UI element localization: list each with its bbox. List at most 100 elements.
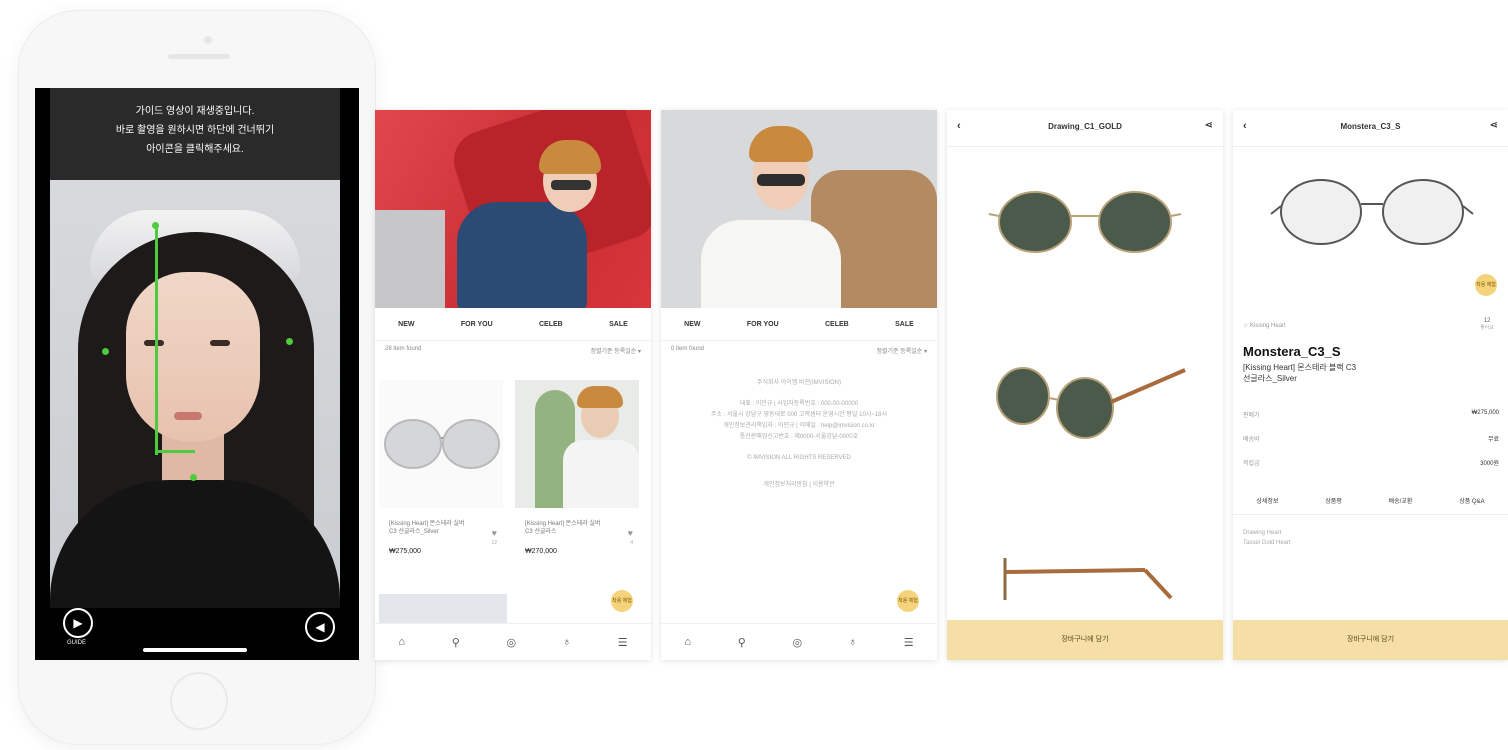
subtitle-line: [Kissing Heart] 몬스테라 블랙 C3: [1243, 363, 1357, 372]
share-icon[interactable]: ⋖: [1490, 120, 1498, 131]
bottom-tabbar: ⌂ ⚲ ◎ ♁ ☰: [375, 623, 651, 660]
info-line: 개인정보관리책임자 : 이민규 | 이메일 : help@imvision.co…: [723, 423, 875, 429]
tab-sale[interactable]: SALE: [895, 321, 914, 328]
tab-celeb[interactable]: CELEB: [539, 321, 563, 328]
speaker-icon[interactable]: ◀: [305, 612, 335, 642]
product-title: Monstera_C3_S: [1243, 344, 1341, 359]
tab-reviews[interactable]: 상품평: [1325, 496, 1342, 514]
home-button[interactable]: [170, 672, 228, 730]
bag-icon[interactable]: ♁: [563, 636, 571, 648]
product-gallery-screen: ‹ Drawing_C1_GOLD ⋖ 장바구니에 담기: [947, 110, 1223, 660]
item-count: 0 item found: [671, 346, 705, 352]
filter-row: 0 item found 정렬기준 등록일순 ▾: [661, 346, 937, 362]
guide-line-3: 아이콘을 클릭해주세요.: [146, 144, 244, 155]
tab-qna[interactable]: 상품 Q&A: [1459, 496, 1484, 514]
product-card[interactable]: [Kissing Heart] 몬스테라 실버 C3 선글라스 ₩270,000…: [515, 380, 639, 555]
product-image: [379, 380, 503, 508]
detail-header: ‹ Drawing_C1_GOLD ⋖: [947, 110, 1223, 147]
spec-label: 배송비: [1243, 437, 1260, 443]
search-icon[interactable]: ⚲: [738, 636, 746, 649]
spec-value: 무료: [1487, 437, 1499, 443]
search-icon[interactable]: ⚲: [452, 636, 460, 649]
phone-frame: 가이드 영상이 재생중입니다. 바로 촬영을 원하시면 하단에 건너뛰기 아이콘…: [18, 10, 376, 745]
front-camera: [204, 36, 212, 44]
camera-controls: [50, 608, 340, 660]
product-card[interactable]: [Kissing Heart] 몬스테라 실버 C3 선글라스_Silver ₩…: [379, 380, 503, 555]
forehead-marker: [152, 222, 159, 229]
tab-celeb[interactable]: CELEB: [825, 321, 849, 328]
add-to-cart-button[interactable]: 장바구니에 담기: [947, 620, 1223, 660]
tab-for-you[interactable]: FOR YOU: [461, 321, 493, 328]
tab-new[interactable]: NEW: [398, 321, 414, 328]
product-name: [Kissing Heart] 몬스테라 실버 C3 선글라스: [525, 521, 601, 535]
description-line: Tassel Gold Heart: [1243, 540, 1291, 546]
try-on-badge[interactable]: 착용 체험: [1475, 274, 1497, 296]
silver-sunglasses-image: [384, 419, 500, 469]
filter-row: 28 item found 정렬기준 등록일순 ▾: [375, 346, 651, 362]
product-price: ₩275,000: [389, 548, 421, 555]
info-line: 주식회사 아이엠 비전(IMVISION): [756, 380, 841, 386]
sunglasses-angle-image: [996, 367, 1186, 439]
item-count: 28 item found: [385, 346, 422, 352]
tab-sale[interactable]: SALE: [609, 321, 628, 328]
like-count: 4: [630, 540, 633, 546]
like-area[interactable]: 12 좋아요: [1480, 318, 1494, 331]
try-on-badge[interactable]: 착용 체험: [611, 590, 633, 612]
spec-row-points: 적립금 3000원: [1243, 458, 1499, 467]
product-name: [Kissing Heart] 몬스테라 실버 C3 선글라스_Silver: [389, 521, 465, 535]
category-tabs: NEW FOR YOU CELEB SALE: [661, 308, 937, 341]
model-lips: [174, 412, 202, 420]
sunglasses-front-image: [988, 191, 1182, 253]
tab-new[interactable]: NEW: [684, 321, 700, 328]
spec-value: 3000원: [1480, 461, 1499, 467]
next-product-preview[interactable]: [379, 594, 507, 624]
camera-icon[interactable]: ◎: [792, 636, 802, 649]
chin-marker: [190, 474, 197, 481]
tab-shipping[interactable]: 배송/교환: [1389, 496, 1413, 514]
bag-icon[interactable]: ♁: [849, 636, 857, 648]
copyright: © IMVISION ALL RIGHTS RESERVED: [747, 455, 851, 461]
guide-line-1: 가이드 영상이 재생중입니다.: [135, 106, 255, 117]
detail-header: ‹ Monstera_C3_S ⋖: [1233, 110, 1508, 147]
play-circle-icon[interactable]: ▶: [63, 608, 93, 638]
brand-label[interactable]: ☆ Kissing Heart: [1243, 322, 1286, 329]
add-to-cart-button[interactable]: 장바구니에 담기: [1233, 620, 1508, 660]
like-label: 좋아요: [1480, 325, 1494, 331]
sort-dropdown[interactable]: 정렬기준 등록일순 ▾: [876, 346, 927, 355]
detail-tabs: 상세정보 상품평 배송/교환 상품 Q&A: [1233, 496, 1508, 515]
home-icon[interactable]: ⌂: [398, 636, 405, 648]
phone-speaker: [168, 54, 230, 59]
camera-icon[interactable]: ◎: [506, 636, 516, 649]
home-screen-feed: NEW FOR YOU CELEB SALE 28 item found 정렬기…: [375, 110, 651, 660]
hero-banner-grey[interactable]: [661, 110, 937, 308]
menu-icon[interactable]: ☰: [904, 636, 914, 649]
clear-glasses-image: [1270, 179, 1474, 245]
product-price: ₩270,000: [525, 548, 557, 555]
info-line: 주소 : 서울시 강남구 영동대로 000 고객센터 운영시간 평일 10시~1…: [710, 412, 887, 418]
sunglasses-side-image: [1003, 558, 1173, 600]
tab-for-you[interactable]: FOR YOU: [747, 321, 779, 328]
left-eye: [144, 340, 164, 346]
policy-links[interactable]: 개인정보처리방침 | 이용약관: [681, 480, 917, 491]
guide-line-2: 바로 촬영을 원하시면 하단에 건너뛰기: [115, 125, 275, 136]
heart-icon[interactable]: ♥: [628, 528, 633, 538]
tab-details[interactable]: 상세정보: [1256, 496, 1278, 514]
camera-view: [50, 180, 340, 608]
bottom-tabbar: ⌂ ⚲ ◎ ♁ ☰: [661, 623, 937, 660]
product-image: [515, 380, 639, 508]
sort-dropdown[interactable]: 정렬기준 등록일순 ▾: [590, 346, 641, 355]
guide-banner: 가이드 영상이 재생중입니다. 바로 촬영을 원하시면 하단에 건너뛰기 아이콘…: [50, 88, 340, 180]
spec-label: 적립금: [1243, 461, 1260, 467]
home-icon[interactable]: ⌂: [684, 636, 691, 648]
try-on-badge[interactable]: 착용 체험: [897, 590, 919, 612]
left-marker: [102, 348, 109, 355]
heart-icon[interactable]: ♥: [492, 528, 497, 538]
page-title: Drawing_C1_GOLD: [1048, 122, 1122, 131]
celeb-screen: NEW FOR YOU CELEB SALE 0 item found 정렬기준…: [661, 110, 937, 660]
share-icon[interactable]: ⋖: [1205, 120, 1213, 131]
spec-value: ₩275,000: [1471, 410, 1499, 416]
hero-banner-red[interactable]: [375, 110, 651, 308]
menu-icon[interactable]: ☰: [618, 636, 628, 649]
ar-tryon-screen: 가이드 영상이 재생중입니다. 바로 촬영을 원하시면 하단에 건너뛰기 아이콘…: [35, 88, 359, 660]
product-detail-screen: ‹ Monstera_C3_S ⋖ 착용 체험 ☆ Kissing Heart …: [1233, 110, 1508, 660]
